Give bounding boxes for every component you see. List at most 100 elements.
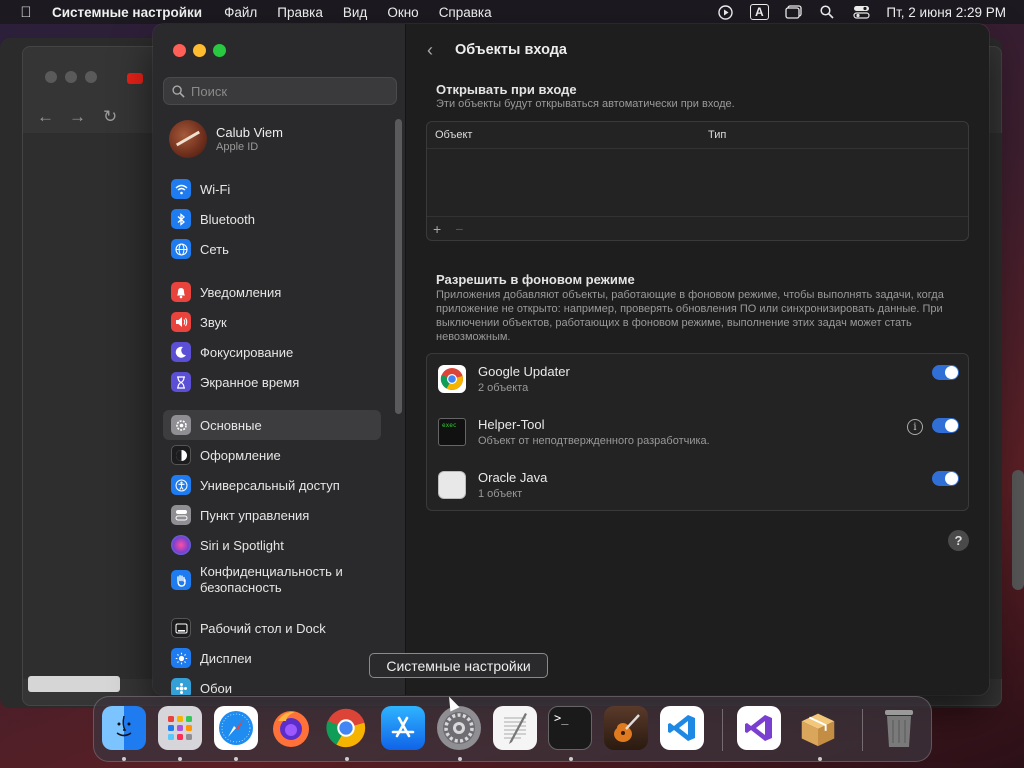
sidebar-item-bluetooth[interactable]: Bluetooth: [163, 204, 381, 234]
hand-icon: [171, 570, 191, 590]
apple-id-account[interactable]: Calub Viem Apple ID: [169, 120, 283, 158]
dock-separator: [862, 709, 863, 751]
background-items-list: Google Updater 2 объекта exec Helper-Too…: [426, 353, 969, 511]
firefox-icon[interactable]: [269, 706, 313, 750]
background-item-name: Google Updater: [478, 364, 570, 379]
menu-edit[interactable]: Правка: [267, 5, 333, 20]
back-chevron-icon[interactable]: ‹: [427, 40, 433, 61]
sidebar-item-screen-time[interactable]: Экранное время: [163, 367, 381, 397]
bg-forward-icon: →: [69, 107, 86, 126]
helper-tool-toggle[interactable]: [932, 418, 959, 433]
gear-icon: [171, 415, 191, 435]
avatar: [169, 120, 207, 158]
chrome-running-indicator: [345, 757, 349, 761]
chrome-icon[interactable]: [324, 706, 368, 750]
sidebar-item-sound[interactable]: Звук: [163, 307, 381, 337]
system-settings-icon[interactable]: [437, 706, 481, 750]
garageband-icon[interactable]: [604, 706, 648, 750]
chrome-icon: [438, 365, 466, 393]
vscode-icon[interactable]: [660, 706, 704, 750]
help-button[interactable]: ?: [948, 530, 969, 551]
login-items-table[interactable]: Объект Тип + −: [426, 121, 969, 241]
sidebar-group-network: Wi-Fi Bluetooth Сеть: [163, 174, 381, 264]
bell-icon: [171, 282, 191, 302]
dock: >_: [93, 696, 932, 762]
table-header: Объект Тип: [427, 122, 968, 149]
bluetooth-icon: [171, 209, 191, 229]
zoom-window-button[interactable]: [213, 44, 226, 57]
google-updater-toggle[interactable]: [932, 365, 959, 380]
column-header-item[interactable]: Объект: [435, 129, 472, 141]
remove-login-item-button[interactable]: −: [455, 221, 463, 237]
finder-icon[interactable]: [102, 706, 146, 750]
sidebar-item-label: Bluetooth: [200, 211, 255, 227]
installer-running-indicator: [818, 757, 822, 761]
minimize-window-button[interactable]: [193, 44, 206, 57]
menu-view[interactable]: Вид: [333, 5, 377, 20]
sidebar-group-notifications: Уведомления Звук Фокусирование Экранное …: [163, 277, 381, 397]
sidebar-item-privacy-security[interactable]: Конфиденциальность и безопасность: [163, 560, 381, 600]
visual-studio-icon[interactable]: [737, 706, 781, 750]
background-items-heading: Разрешить в фоновом режиме: [436, 272, 635, 287]
installer-icon[interactable]: [796, 706, 840, 750]
sidebar-item-notifications[interactable]: Уведомления: [163, 277, 381, 307]
menu-help[interactable]: Справка: [429, 5, 502, 20]
table-footer: + −: [427, 216, 968, 240]
control-center-icon[interactable]: [844, 2, 878, 22]
background-item-detail: Объект от неподтвержденного разработчика…: [478, 435, 710, 447]
sidebar-item-general[interactable]: Основные: [163, 410, 381, 440]
launchpad-icon[interactable]: [158, 706, 202, 750]
appearance-icon: [171, 445, 191, 465]
sidebar-item-appearance[interactable]: Оформление: [163, 440, 381, 470]
sidebar-item-network[interactable]: Сеть: [163, 234, 381, 264]
system-settings-window: Calub Viem Apple ID Wi-Fi Bluetooth: [153, 24, 989, 695]
sidebar-item-siri-spotlight[interactable]: Siri и Spotlight: [163, 530, 381, 560]
search-input[interactable]: [191, 83, 381, 99]
add-login-item-button[interactable]: +: [433, 221, 441, 237]
menu-window[interactable]: Окно: [377, 5, 428, 20]
stage-manager-icon[interactable]: [776, 2, 810, 22]
terminal-icon[interactable]: >_: [548, 706, 592, 750]
login-items-description: Эти объекты будут открываться автоматиче…: [436, 98, 735, 110]
sidebar-item-label: Основные: [200, 417, 262, 433]
search-icon[interactable]: [810, 2, 844, 22]
sidebar-group-display: Рабочий стол и Dock Дисплеи Обои: [163, 613, 381, 695]
safari-icon[interactable]: [214, 706, 258, 750]
sidebar-item-accessibility[interactable]: Универсальный доступ: [163, 470, 381, 500]
apple-menu-icon[interactable]: : [0, 4, 52, 21]
close-window-button[interactable]: [173, 44, 186, 57]
list-item[interactable]: exec Helper-Tool Объект от неподтвержден…: [427, 407, 968, 459]
trash-icon[interactable]: [877, 706, 921, 750]
sidebar-item-desktop-dock[interactable]: Рабочий стол и Dock: [163, 613, 381, 643]
oracle-java-toggle[interactable]: [932, 471, 959, 486]
globe-icon: [171, 239, 191, 259]
sidebar-item-focus[interactable]: Фокусирование: [163, 337, 381, 367]
wallpaper-icon: [171, 678, 191, 695]
list-item[interactable]: Oracle Java 1 объект: [427, 460, 968, 512]
sun-icon: [171, 648, 191, 668]
sidebar-item-wifi[interactable]: Wi-Fi: [163, 174, 381, 204]
page-title: Объекты входа: [455, 42, 567, 58]
sidebar-item-wallpaper[interactable]: Обои: [163, 673, 381, 695]
menu-file[interactable]: Файл: [214, 5, 267, 20]
menu-app-name[interactable]: Системные настройки: [52, 5, 214, 20]
dock-tooltip: Системные настройки: [369, 653, 548, 678]
app-store-icon[interactable]: [381, 706, 425, 750]
menu-clock[interactable]: Пт, 2 июня 2:29 PM: [878, 5, 1006, 20]
sidebar-item-displays[interactable]: Дисплеи: [163, 643, 381, 673]
background-scrollbar[interactable]: [1012, 470, 1024, 590]
sidebar-item-label: Пункт управления: [200, 507, 310, 523]
sidebar-item-label: Экранное время: [200, 374, 300, 390]
sidebar-scrollbar[interactable]: [395, 119, 402, 414]
list-item[interactable]: Google Updater 2 объекта: [427, 354, 968, 406]
accessibility-icon: [171, 475, 191, 495]
column-header-type[interactable]: Тип: [708, 129, 726, 141]
hourglass-icon: [171, 372, 191, 392]
textedit-icon[interactable]: [493, 706, 537, 750]
sidebar-item-control-center[interactable]: Пункт управления: [163, 500, 381, 530]
search-field[interactable]: [163, 77, 397, 105]
background-item-detail: 1 объект: [478, 488, 523, 500]
keyboard-input-icon[interactable]: A: [742, 2, 776, 22]
screen-recording-icon[interactable]: [708, 2, 742, 22]
info-icon[interactable]: i: [907, 419, 923, 435]
